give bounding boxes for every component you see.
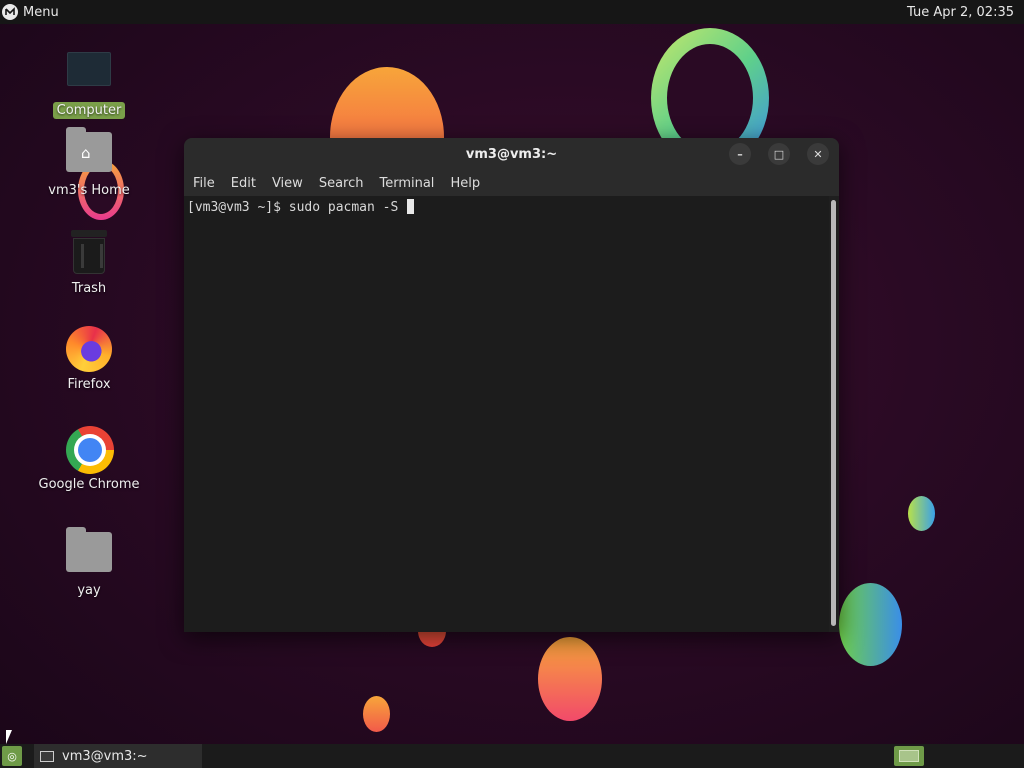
menu-help[interactable]: Help <box>450 176 480 191</box>
desktop-icon-label: Firefox <box>67 377 111 392</box>
desktop-icon-yay[interactable]: yay <box>29 527 149 599</box>
terminal-scrollbar[interactable] <box>831 200 836 626</box>
workspace-switcher[interactable] <box>894 746 924 766</box>
firefox-icon <box>66 326 112 372</box>
minimize-button[interactable]: – <box>729 143 751 165</box>
menu-edit[interactable]: Edit <box>231 176 256 191</box>
computer-icon <box>66 52 112 98</box>
terminal-output[interactable]: [vm3@vm3 ~]$ sudo pacman -S <box>184 196 829 632</box>
desktop-icon-trash[interactable]: Trash <box>29 228 149 297</box>
text-cursor <box>407 199 415 214</box>
workspace-icon <box>899 750 919 762</box>
taskbar-item-label: vm3@vm3:~ <box>62 748 148 764</box>
top-panel: Menu Tue Apr 2, 02:35 <box>0 0 1024 24</box>
menu-label: Menu <box>23 4 59 20</box>
mouse-pointer-icon <box>6 730 12 744</box>
home-folder-icon: ⌂ <box>66 127 112 178</box>
menu-search[interactable]: Search <box>319 176 364 191</box>
wallpaper-blob <box>908 496 935 531</box>
menu-view[interactable]: View <box>272 176 303 191</box>
desktop-icon-label: Google Chrome <box>38 477 140 492</box>
desktop-icon-firefox[interactable]: Firefox <box>29 326 149 393</box>
menu-file[interactable]: File <box>193 176 215 191</box>
menu-logo-icon <box>2 4 18 20</box>
close-button[interactable]: ✕ <box>807 143 829 165</box>
close-icon: ✕ <box>813 147 823 161</box>
maximize-button[interactable]: □ <box>768 143 790 165</box>
wallpaper-blob <box>363 696 390 732</box>
desktop-icon-home[interactable]: ⌂ vm3's Home <box>29 127 149 199</box>
clock[interactable]: Tue Apr 2, 02:35 <box>907 5 1024 20</box>
minimize-icon: – <box>737 147 743 161</box>
menu-terminal[interactable]: Terminal <box>379 176 434 191</box>
desktop-icon-computer[interactable]: Computer <box>29 46 149 119</box>
terminal-titlebar[interactable]: vm3@vm3:~ – □ ✕ <box>184 138 839 170</box>
maximize-icon: □ <box>773 147 785 161</box>
window-icon <box>40 750 54 762</box>
wallpaper-blob <box>538 637 602 721</box>
desktop-icon-label: Computer <box>52 102 126 119</box>
terminal-window[interactable]: vm3@vm3:~ – □ ✕ File Edit View Search Te… <box>184 138 839 632</box>
desktop-icon-chrome[interactable]: Google Chrome <box>29 426 149 493</box>
desktop-icon-label: vm3's Home <box>48 183 130 198</box>
chrome-icon <box>66 426 114 474</box>
bottom-panel: ◎ vm3@vm3:~ <box>0 744 1024 768</box>
desktop-icon-label: yay <box>77 583 101 598</box>
start-menu-button[interactable]: ◎ <box>2 746 22 766</box>
window-title: vm3@vm3:~ <box>465 146 558 162</box>
start-menu-icon: ◎ <box>7 749 17 763</box>
folder-icon <box>66 527 112 578</box>
prompt-line: [vm3@vm3 ~]$ sudo pacman -S <box>187 200 407 215</box>
wallpaper-blob <box>839 583 902 666</box>
desktop-icon-label: Trash <box>71 281 107 296</box>
taskbar-item-terminal[interactable]: vm3@vm3:~ <box>34 744 202 768</box>
terminal-menubar: File Edit View Search Terminal Help <box>184 170 839 196</box>
menu-button[interactable]: Menu <box>0 0 59 24</box>
trash-icon <box>66 230 112 276</box>
